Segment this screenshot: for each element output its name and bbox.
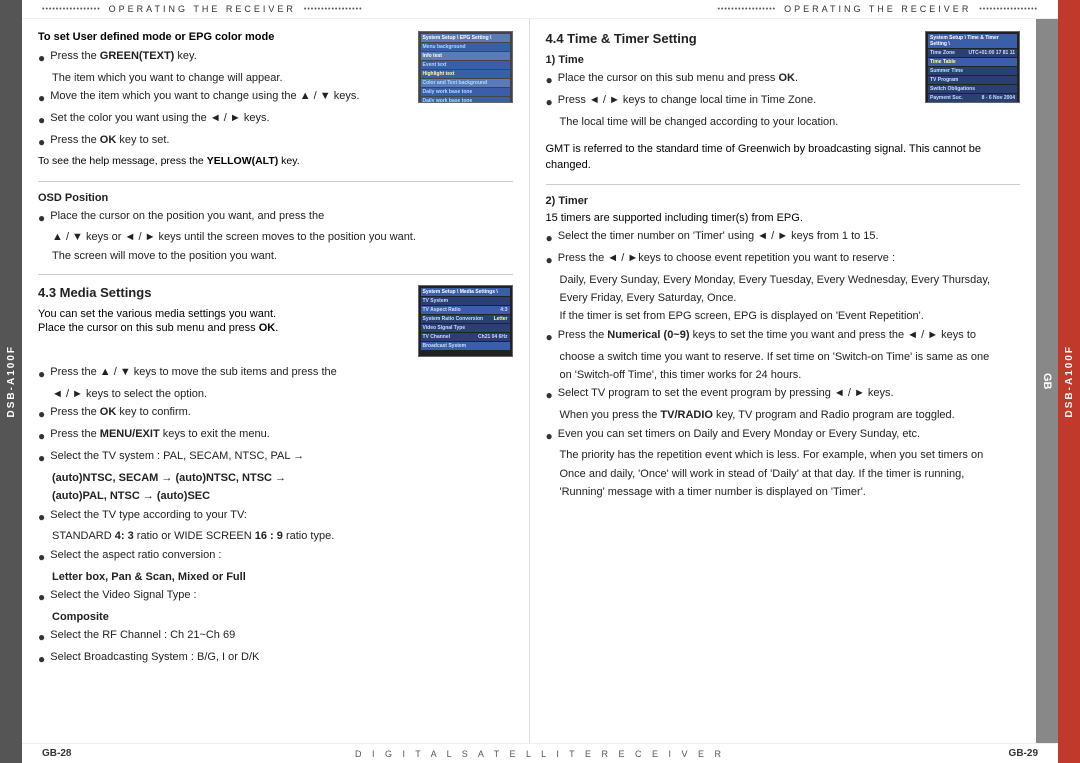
right-side-tab: DSB-A100F bbox=[1058, 0, 1080, 763]
osd-indent-2: The screen will move to the position you… bbox=[38, 249, 513, 264]
media-settings-intro2: Place the cursor on this sub menu and pr… bbox=[38, 322, 410, 334]
timer-title: 2) Timer bbox=[546, 195, 1021, 207]
right-column: 4.4 Time & Timer Setting 1) Time ● Place… bbox=[530, 19, 1037, 743]
yellow-alt-text: To see the help message, press the YELLO… bbox=[38, 155, 410, 167]
gmt-text: GMT is referred to the standard time of … bbox=[546, 141, 1021, 174]
footer-page-right: GB-29 bbox=[1009, 748, 1038, 759]
media-settings-bullets: ● Press the ▲ / ▼ keys to move the sub i… bbox=[38, 365, 513, 668]
header-dots-left2: ••••••••••••••••• bbox=[717, 6, 776, 13]
header-title-left: OPERATING THE RECEIVER bbox=[109, 4, 296, 14]
timer-section: 2) Timer 15 timers are supported includi… bbox=[546, 195, 1021, 501]
bullet-item: ● Set the color you want using the ◄ / ►… bbox=[38, 111, 410, 129]
header-dots-left: ••••••••••••••••• bbox=[42, 6, 101, 13]
footer: GB-28 D I G I T A L S A T E L L I T E R … bbox=[22, 743, 1058, 763]
left-side-tab: DSB-A100F bbox=[0, 0, 22, 763]
footer-center: D I G I T A L S A T E L L I T E R E C E … bbox=[355, 749, 725, 759]
gb-side-tab: GB bbox=[1036, 19, 1058, 743]
footer-page-left: GB-28 bbox=[42, 748, 71, 759]
osd-position-title: OSD Position bbox=[38, 192, 513, 204]
screen-mockup-1: System Setup \ EPG Setting \ Menu backgr… bbox=[418, 31, 513, 103]
screen-mockup-3: System Setup \ Time & Timer Setting \ Ti… bbox=[925, 31, 1020, 103]
indent-text: The item which you want to change will a… bbox=[38, 71, 410, 86]
header-dots-right2: ••••••••••••••••• bbox=[979, 6, 1038, 13]
header-dots-right1: ••••••••••••••••• bbox=[304, 6, 363, 13]
media-settings-intro1: You can set the various media settings y… bbox=[38, 308, 410, 320]
set-user-defined-title: To set User defined mode or EPG color mo… bbox=[38, 31, 410, 43]
media-settings-title: 4.3 Media Settings bbox=[38, 285, 410, 300]
osd-indent-1: ▲ / ▼ keys or ◄ / ► keys until the scree… bbox=[38, 230, 513, 245]
timer-intro: 15 timers are supported including timer(… bbox=[546, 212, 1021, 224]
bullet-item: ● Move the item which you want to change… bbox=[38, 89, 410, 107]
screen-mockup-2: System Setup \ Media Settings \ TV Syste… bbox=[418, 285, 513, 357]
time-title: 1) Time bbox=[546, 54, 918, 66]
left-column: To set User defined mode or EPG color mo… bbox=[22, 19, 530, 743]
bullet-item: ● Place the cursor on the position you w… bbox=[38, 209, 513, 227]
header-bar: ••••••••••••••••• OPERATING THE RECEIVER… bbox=[22, 0, 1058, 19]
header-title-right: OPERATING THE RECEIVER bbox=[784, 4, 971, 14]
bullet-item: ● Press the GREEN(TEXT) key. bbox=[38, 49, 410, 67]
osd-position-section: OSD Position ● Place the cursor on the p… bbox=[38, 192, 513, 265]
bullet-item: ● Press the OK key to set. bbox=[38, 133, 410, 151]
timer-setting-title: 4.4 Time & Timer Setting bbox=[546, 31, 918, 46]
